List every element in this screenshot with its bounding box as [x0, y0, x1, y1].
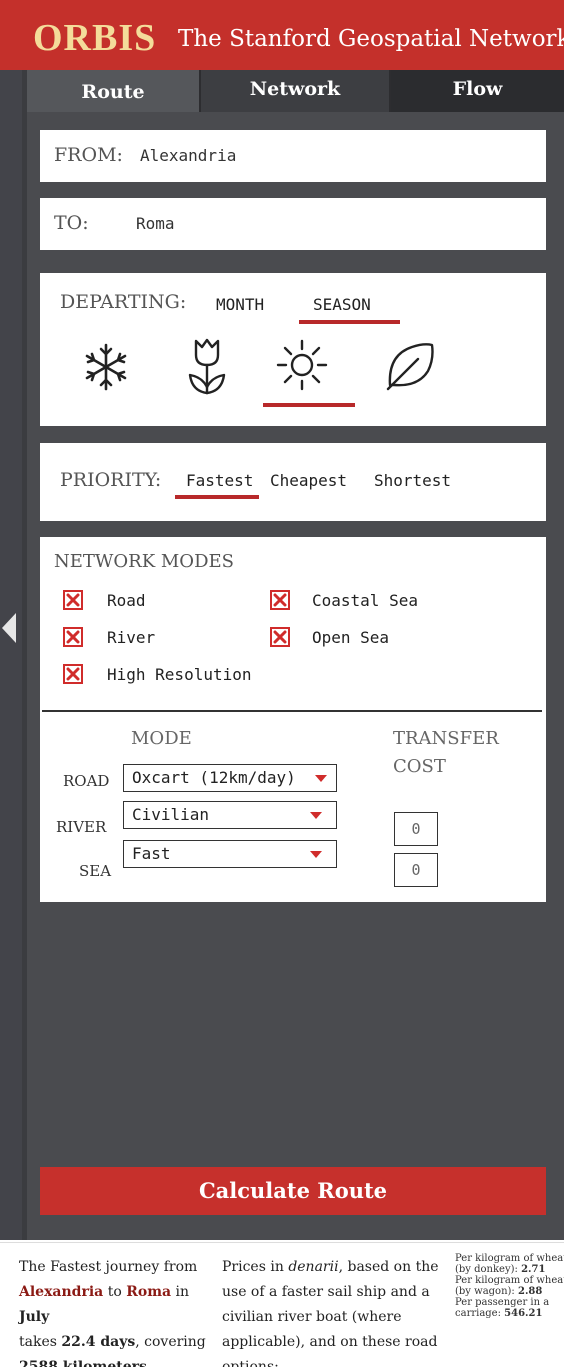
road-label: Road [107, 591, 146, 610]
price-donkey-label: (by donkey): [455, 1264, 518, 1275]
summary-to: to [107, 1284, 122, 1300]
priority-label: PRIORITY: [60, 469, 162, 491]
open-sea-label: Open Sea [312, 628, 390, 647]
priority-cheapest-option[interactable]: Cheapest [270, 471, 347, 490]
from-field[interactable]: FROM: Alexandria [40, 130, 546, 182]
summer-underline [263, 403, 355, 407]
departing-card: DEPARTING: MONTH SEASON [40, 273, 546, 426]
river-checkbox[interactable] [63, 627, 83, 647]
river-label: River [107, 628, 156, 647]
prices-line2: use of a faster sail ship and a [222, 1284, 430, 1300]
price-donkey-line1: Per kilogram of wheat [455, 1253, 564, 1264]
tab-bar: Route Network Flow [27, 70, 564, 112]
sea-mode-value: Fast [132, 844, 171, 863]
divider [42, 710, 542, 712]
summary-covering: , covering [135, 1334, 206, 1350]
panel-edge [22, 70, 27, 1240]
summary-days: 22.4 days [61, 1334, 136, 1350]
river-mode-value: Civilian [132, 805, 210, 824]
chevron-down-icon [310, 812, 322, 819]
summary-in: in [175, 1284, 190, 1300]
to-label: TO: [54, 212, 89, 234]
summary-origin[interactable]: Alexandria [19, 1284, 103, 1300]
price-list: Per kilogram of wheat (by donkey): 2.71 … [455, 1253, 564, 1319]
chevron-down-icon [315, 775, 327, 782]
sun-icon[interactable] [274, 337, 330, 393]
priority-shortest-option[interactable]: Shortest [374, 471, 451, 490]
open-sea-checkbox[interactable] [270, 627, 290, 647]
price-wagon-label: (by wagon): [455, 1286, 515, 1297]
from-label: FROM: [54, 144, 123, 166]
summary-prices-text: Prices in denarii, based on the use of a… [222, 1255, 454, 1367]
price-carriage-line1: Per passenger in a [455, 1297, 550, 1308]
priority-card: PRIORITY: Fastest Cheapest Shortest [40, 443, 546, 521]
app-header: ORBIS The Stanford Geospatial Network [0, 0, 564, 70]
road-checkbox[interactable] [63, 590, 83, 610]
prices-intro: Prices in [222, 1259, 284, 1275]
prices-line3: civilian river boat (where [222, 1309, 402, 1325]
departing-month-option[interactable]: MONTH [216, 295, 264, 314]
price-carriage-line2: carriage: 546.21 [455, 1308, 564, 1319]
coastal-sea-label: Coastal Sea [312, 591, 418, 610]
fastest-underline [175, 495, 259, 499]
sea-mode-label: SEA [79, 862, 112, 880]
sea-mode-select[interactable]: Fast [123, 840, 337, 868]
river-mode-label: RIVER [56, 818, 107, 836]
price-donkey-value: 2.71 [521, 1264, 546, 1275]
summary-journey-text: The Fastest journey from Alexandria to R… [19, 1255, 219, 1367]
price-carriage-value: 546.21 [504, 1308, 543, 1319]
price-carriage-label: carriage: [455, 1308, 501, 1319]
river-transfer-cost-input[interactable]: 0 [394, 812, 438, 846]
tab-network[interactable]: Network [199, 70, 389, 112]
season-underline [299, 320, 400, 324]
high-resolution-label: High Resolution [107, 665, 252, 684]
network-modes-title: NETWORK MODES [54, 551, 234, 572]
collapse-strip[interactable] [0, 70, 22, 1240]
leaf-icon[interactable] [382, 339, 438, 393]
price-wagon-line2: (by wagon): 2.88 [455, 1286, 564, 1297]
to-field[interactable]: TO: Roma [40, 198, 546, 250]
mode-header: MODE [131, 728, 192, 749]
summary-destination[interactable]: Roma [126, 1284, 171, 1300]
prices-based: , based on the [338, 1259, 439, 1275]
collapse-arrow-icon[interactable] [2, 613, 16, 643]
departing-season-option[interactable]: SEASON [313, 295, 371, 314]
app-subtitle: The Stanford Geospatial Network [178, 26, 564, 52]
snowflake-icon[interactable] [80, 341, 132, 393]
from-input[interactable]: Alexandria [140, 146, 236, 165]
summary-intro: The Fastest journey from [19, 1259, 198, 1275]
coastal-sea-checkbox[interactable] [270, 590, 290, 610]
road-mode-select[interactable]: Oxcart (12km/day) [123, 764, 337, 792]
summary-month: July [19, 1309, 50, 1325]
brand-logo[interactable]: ORBIS [33, 16, 156, 60]
cost-header: COST [393, 756, 446, 777]
route-summary: The Fastest journey from Alexandria to R… [0, 1242, 564, 1367]
to-input[interactable]: Roma [136, 214, 175, 233]
road-mode-label: ROAD [63, 772, 110, 790]
tab-route[interactable]: Route [27, 70, 199, 112]
calculate-route-button[interactable]: Calculate Route [40, 1167, 546, 1215]
river-mode-select[interactable]: Civilian [123, 801, 337, 829]
price-wagon-line1: Per kilogram of wheat [455, 1275, 564, 1286]
departing-label: DEPARTING: [60, 291, 187, 313]
priority-fastest-option[interactable]: Fastest [186, 471, 253, 490]
road-mode-value: Oxcart (12km/day) [132, 768, 296, 787]
transfer-header: TRANSFER [393, 728, 499, 749]
tulip-icon[interactable] [182, 335, 232, 397]
price-wagon-value: 2.88 [517, 1286, 543, 1297]
tab-flow[interactable]: Flow [389, 70, 564, 112]
sea-transfer-cost-input[interactable]: 0 [394, 853, 438, 887]
chevron-down-icon [310, 851, 322, 858]
summary-takes: takes [19, 1334, 57, 1350]
high-resolution-checkbox[interactable] [63, 664, 83, 684]
price-donkey-line2: (by donkey): 2.71 [455, 1264, 564, 1275]
prices-line4: applicable), and on these road [222, 1334, 438, 1350]
prices-denarii: denarii [288, 1259, 339, 1275]
